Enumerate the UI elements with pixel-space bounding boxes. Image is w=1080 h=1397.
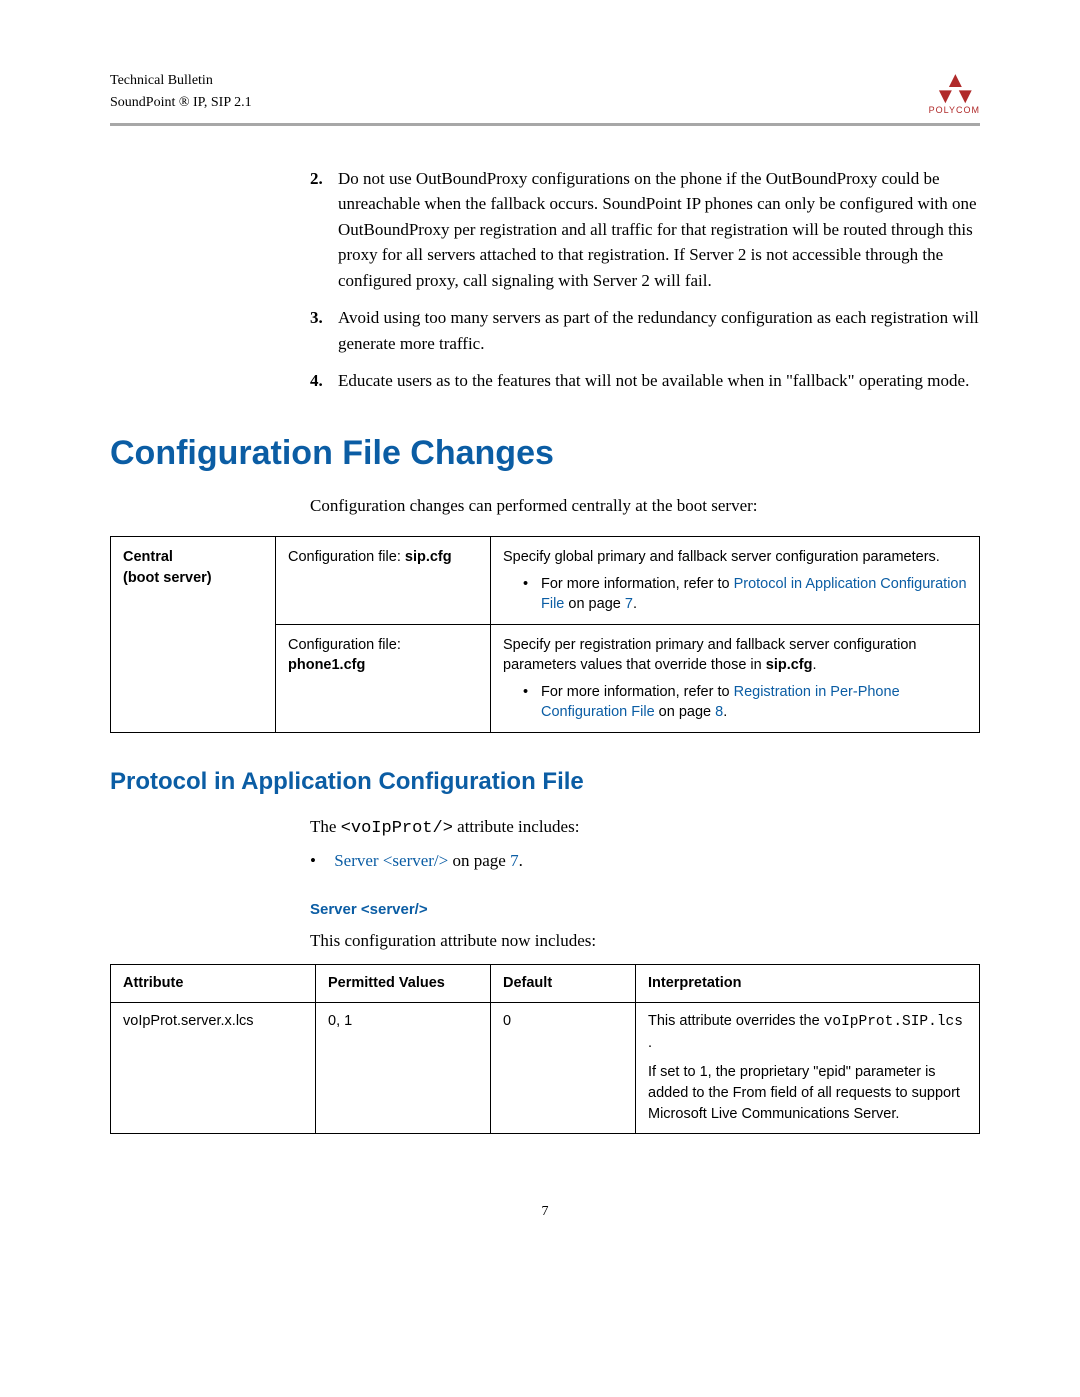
list-item: 4. Educate users as to the features that… — [310, 368, 980, 394]
list-text: Do not use OutBoundProxy configurations … — [338, 166, 980, 294]
attr-permitted: 0, 1 — [316, 1002, 491, 1133]
attr-interp: This attribute overrides the voIpProt.SI… — [636, 1002, 980, 1133]
period: . — [723, 704, 727, 720]
interp-line1: This attribute overrides the voIpProt.SI… — [648, 1011, 967, 1054]
list-item: Server <server/> on page 7. — [310, 848, 980, 874]
attr-intro: This configuration attribute now include… — [310, 928, 980, 954]
intro-post: attribute includes: — [453, 817, 580, 836]
cfg-desc: Specify global primary and fallback serv… — [503, 547, 967, 567]
info-pre: For more information, refer to — [541, 684, 734, 700]
period: . — [519, 851, 523, 870]
list-text: Avoid using too many servers as part of … — [338, 305, 980, 356]
page-number: 7 — [110, 1204, 980, 1220]
proto-intro: The <voIpProt/> attribute includes: — [310, 814, 980, 842]
col-interpretation: Interpretation — [636, 964, 980, 1002]
interp-line2: If set to 1, the proprietary "epid" para… — [648, 1062, 967, 1125]
info-text: For more information, refer to Registrat… — [541, 682, 967, 723]
desc-pre: Specify per registration primary and fal… — [503, 637, 916, 673]
list-item: 2. Do not use OutBoundProxy configuratio… — [310, 166, 980, 294]
info-post: on page — [564, 596, 624, 612]
cfg-desc: Specify per registration primary and fal… — [503, 635, 967, 676]
header-line2: SoundPoint ® IP, SIP 2.1 — [110, 92, 252, 114]
section-intro: Configuration changes can performed cent… — [310, 493, 980, 519]
section-heading: Configuration File Changes — [110, 434, 980, 473]
table-cell: Specify global primary and fallback serv… — [491, 537, 980, 625]
bullet-icon: • — [523, 682, 541, 723]
bullet-post: on page — [448, 851, 510, 870]
info-bullet: • For more information, refer to Registr… — [523, 682, 967, 723]
intro-code: <voIpProt/> — [341, 819, 453, 838]
intro-pre: The — [310, 817, 341, 836]
config-table: Central (boot server) Configuration file… — [110, 536, 980, 733]
subsection-heading: Protocol in Application Configuration Fi… — [110, 768, 980, 796]
table-row: voIpProt.server.x.lcs 0, 1 0 This attrib… — [111, 1002, 980, 1133]
info-text: For more information, refer to Protocol … — [541, 574, 967, 615]
page-link[interactable]: 7 — [510, 851, 519, 870]
brand-name: POLYCOM — [929, 105, 980, 115]
cfg-file-label: Configuration file: — [288, 637, 401, 653]
header-text: Technical Bulletin SoundPoint ® IP, SIP … — [110, 70, 252, 115]
proto-bullets: Server <server/> on page 7. — [310, 848, 980, 874]
table-cell: Specify per registration primary and fal… — [491, 625, 980, 733]
page-header: Technical Bulletin SoundPoint ® IP, SIP … — [110, 70, 980, 126]
info-bullet: • For more information, refer to Protoco… — [523, 574, 967, 615]
col-attribute: Attribute — [111, 964, 316, 1002]
list-number: 4. — [310, 368, 338, 394]
cfg-file-name: sip.cfg — [405, 549, 452, 565]
page-link[interactable]: 7 — [625, 596, 633, 612]
bullet-icon: • — [523, 574, 541, 615]
col-default: Default — [491, 964, 636, 1002]
info-post: on page — [655, 704, 715, 720]
info-pre: For more information, refer to — [541, 576, 734, 592]
numbered-list: 2. Do not use OutBoundProxy configuratio… — [310, 166, 980, 394]
list-number: 2. — [310, 166, 338, 294]
table-cell: Configuration file: sip.cfg — [276, 537, 491, 625]
row-label: (boot server) — [123, 570, 212, 586]
cfg-file-label: Configuration file: — [288, 549, 405, 565]
attr-default: 0 — [491, 1002, 636, 1133]
table-cell: Configuration file: phone1.cfg — [276, 625, 491, 733]
attribute-table: Attribute Permitted Values Default Inter… — [110, 964, 980, 1134]
list-text: Educate users as to the features that wi… — [338, 368, 969, 394]
attr-name: voIpProt.server.x.lcs — [111, 1002, 316, 1133]
server-link[interactable]: Server <server/> — [334, 851, 448, 870]
interp-pre: This attribute overrides the — [648, 1013, 824, 1029]
cfg-file-name: phone1.cfg — [288, 657, 365, 673]
inner-heading: Server <server/> — [310, 901, 980, 918]
list-number: 3. — [310, 305, 338, 356]
table-cell: Central (boot server) — [111, 537, 276, 733]
page-link[interactable]: 8 — [715, 704, 723, 720]
period: . — [633, 596, 637, 612]
col-permitted: Permitted Values — [316, 964, 491, 1002]
logo-icon: ▲▼▼ — [929, 72, 980, 105]
period: . — [812, 657, 816, 673]
brand-logo: ▲▼▼ POLYCOM — [929, 72, 980, 115]
interp-dot: . — [648, 1035, 652, 1051]
row-label: Central — [123, 549, 173, 565]
header-line1: Technical Bulletin — [110, 70, 252, 92]
list-item: 3. Avoid using too many servers as part … — [310, 305, 980, 356]
interp-code: voIpProt.SIP.lcs — [824, 1014, 963, 1030]
desc-bold: sip.cfg — [766, 657, 813, 673]
